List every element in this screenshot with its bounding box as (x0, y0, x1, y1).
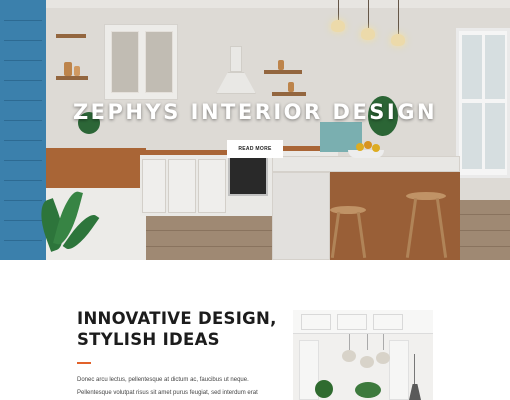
accent-divider (77, 362, 91, 364)
body-line-2: Pellentesque volutpat risus sit amet pur… (77, 390, 258, 396)
body-line-1: Donec arcu lectus, pellentesque at dictu… (77, 377, 249, 383)
interior-photo (293, 310, 433, 400)
section-title: INNOVATIVE DESIGN, STYLISH IDEAS (77, 308, 277, 350)
section-title-line-1: INNOVATIVE DESIGN, (77, 309, 277, 328)
section-body-text: Donec arcu lectus, pellentesque at dictu… (77, 374, 287, 400)
hero-title: ZEPHYS INTERIOR DESIGN (72, 100, 438, 124)
read-more-button[interactable]: READ MORE (227, 140, 283, 158)
section-title-line-2: STYLISH IDEAS (77, 330, 220, 349)
hero-section: ZEPHYS INTERIOR DESIGN READ MORE (0, 0, 510, 260)
